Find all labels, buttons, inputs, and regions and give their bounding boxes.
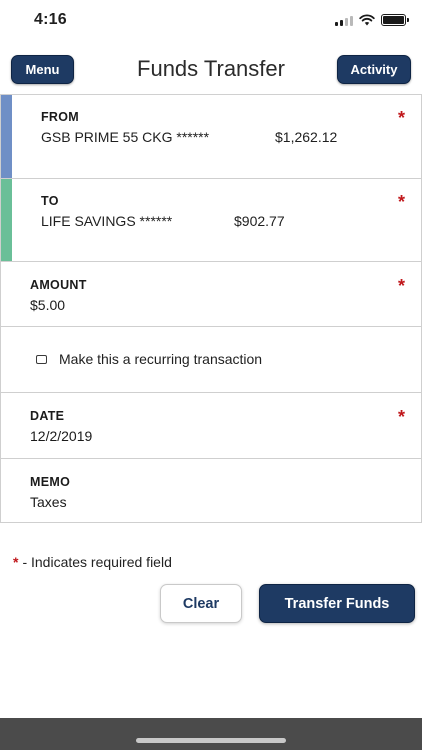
memo-label: MEMO — [30, 475, 71, 489]
status-bar: 4:16 — [0, 0, 422, 44]
date-field[interactable]: DATE 12/2/2019 * — [0, 393, 422, 459]
home-bar-area — [0, 718, 422, 750]
from-required-marker: * — [397, 108, 405, 128]
to-account-field[interactable]: TO LIFE SAVINGS ****** $902.77 * — [0, 179, 422, 262]
battery-icon — [381, 14, 409, 26]
required-footnote: * - Indicates required field — [13, 554, 172, 570]
to-stripe — [1, 179, 12, 261]
cellular-signal-icon — [335, 15, 353, 26]
recurring-content: Make this a recurring transaction — [36, 351, 262, 367]
amount-required-marker: * — [397, 276, 405, 296]
header: Menu Funds Transfer Activity — [0, 50, 422, 90]
to-content: TO LIFE SAVINGS ****** $902.77 — [41, 194, 285, 229]
status-icons — [335, 14, 409, 26]
from-content: FROM GSB PRIME 55 CKG ****** $1,262.12 — [41, 110, 337, 145]
to-required-marker: * — [397, 192, 405, 212]
amount-field[interactable]: AMOUNT $5.00 * — [0, 262, 422, 327]
to-account-line: LIFE SAVINGS ****** $902.77 — [41, 213, 285, 229]
to-account-balance: $902.77 — [234, 213, 285, 229]
to-label: TO — [41, 194, 59, 208]
memo-field[interactable]: MEMO Taxes — [0, 459, 422, 523]
memo-content: MEMO Taxes — [30, 475, 70, 510]
from-account-field[interactable]: FROM GSB PRIME 55 CKG ****** $1,262.12 * — [0, 95, 422, 179]
amount-content: AMOUNT $5.00 — [30, 278, 87, 313]
from-label: FROM — [41, 110, 79, 124]
amount-label: AMOUNT — [30, 278, 87, 292]
recurring-label: Make this a recurring transaction — [59, 351, 263, 367]
status-time: 4:16 — [34, 11, 67, 28]
wifi-icon — [359, 14, 375, 26]
home-indicator[interactable] — [136, 738, 286, 743]
transfer-funds-button[interactable]: Transfer Funds — [259, 584, 415, 623]
date-value: 12/2/2019 — [30, 428, 93, 444]
footnote-text: - Indicates required field — [22, 554, 172, 570]
from-account-line: GSB PRIME 55 CKG ****** $1,262.12 — [41, 129, 337, 145]
from-account-name: GSB PRIME 55 CKG ****** — [41, 129, 210, 145]
clear-button[interactable]: Clear — [160, 584, 242, 623]
memo-value: Taxes — [30, 494, 67, 510]
amount-value: $5.00 — [30, 297, 66, 313]
date-required-marker: * — [397, 407, 405, 427]
to-account-name: LIFE SAVINGS ****** — [41, 213, 173, 229]
transfer-form: FROM GSB PRIME 55 CKG ****** $1,262.12 *… — [0, 94, 422, 523]
from-stripe — [1, 95, 12, 178]
date-label: DATE — [30, 409, 65, 423]
recurring-option[interactable]: Make this a recurring transaction — [0, 327, 422, 393]
activity-button[interactable]: Activity — [337, 55, 411, 84]
recurring-checkbox[interactable] — [36, 354, 47, 364]
date-content: DATE 12/2/2019 — [30, 409, 92, 444]
from-account-balance: $1,262.12 — [275, 129, 338, 145]
footnote-star: * — [13, 554, 19, 570]
